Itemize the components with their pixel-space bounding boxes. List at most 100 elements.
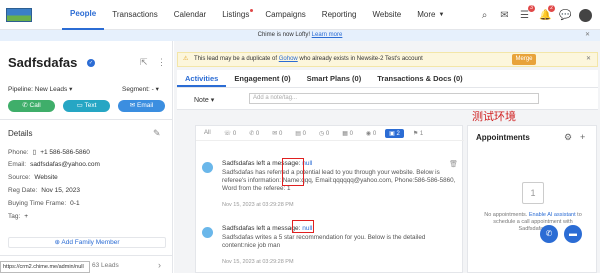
search-icon[interactable]: ⌕ <box>479 10 490 21</box>
nav-label: More <box>417 10 436 19</box>
tab-activities[interactable]: Activities <box>177 70 227 87</box>
detail-value[interactable]: +1 586-586-5860 <box>40 149 90 156</box>
activity-feed: All ☏ 0 ✆ 0 ✉ 0 ▤ 0 ◷ 0 ▦ 0 ◉ 0 ▣ 2 ⚑ 1 … <box>195 125 464 273</box>
detail-value[interactable]: sadfsdafas@yahoo.com <box>30 161 100 168</box>
add-family-label: Add Family Member <box>61 239 120 246</box>
nav-item-calendar[interactable]: Calendar <box>166 0 214 30</box>
tab-transactions-docs[interactable]: Transactions & Docs (0) <box>369 70 470 87</box>
filter-messages[interactable]: ▣ 2 <box>385 128 404 138</box>
nav-label: People <box>70 9 97 18</box>
share-icon[interactable]: ⇱ <box>140 57 150 67</box>
chevron-down-icon: ▼ <box>438 11 445 18</box>
nav-item-more[interactable]: More ▼ <box>409 0 452 30</box>
add-family-member-button[interactable]: ⊕ Add Family Member <box>8 237 166 248</box>
activity-filters: All ☏ 0 ✆ 0 ✉ 0 ▤ 0 ◷ 0 ▦ 0 ◉ 0 ▣ 2 ⚑ 1 <box>196 126 464 141</box>
filter-count: 0 <box>278 130 283 137</box>
trash-icon[interactable]: 🗑 <box>449 160 458 168</box>
divider <box>0 255 173 256</box>
filter-count: 0 <box>325 130 330 137</box>
filter-emails[interactable]: ✉ 0 <box>268 129 286 138</box>
detail-label: Phone: <box>8 149 29 156</box>
chat-icon[interactable]: 💬 <box>559 10 571 21</box>
nav-label: Reporting <box>321 10 357 19</box>
phone-fab-button[interactable]: ✆ <box>540 225 558 243</box>
app-logo[interactable] <box>6 7 32 22</box>
more-icon[interactable]: ⋮ <box>157 57 167 67</box>
filter-count: 0 <box>349 130 353 137</box>
close-icon[interactable]: ✕ <box>585 30 590 41</box>
inbox-icon[interactable]: ✉ <box>499 10 510 21</box>
close-icon[interactable]: ✕ <box>586 53 591 66</box>
alerts-badge: 3 <box>528 4 535 12</box>
detail-buying-timeframe: Buying Time Frame: 0-1 <box>8 200 80 207</box>
edit-icon[interactable]: ✎ <box>153 128 163 138</box>
nav-item-transactions[interactable]: Transactions <box>104 0 166 30</box>
phone-icon: ✆ <box>22 102 30 109</box>
nav-item-reporting[interactable]: Reporting <box>314 0 365 30</box>
tab-smart-plans[interactable]: Smart Plans (0) <box>299 70 370 87</box>
tab-engagement[interactable]: Engagement (0) <box>226 70 298 87</box>
detail-reg-date: Reg Date: Nov 15, 2023 <box>8 187 80 194</box>
call-button[interactable]: ✆ Call <box>8 100 55 112</box>
filter-count: 0 <box>372 130 377 137</box>
pipeline-selector[interactable]: Pipeline: New Leads ▾ <box>8 85 72 93</box>
divider <box>0 119 173 120</box>
pipeline-value: New Leads <box>34 86 68 93</box>
nav-item-listings[interactable]: Listings <box>214 0 257 30</box>
message-body: Sadfsdafas has referred a potential lead… <box>222 169 456 192</box>
filter-texts[interactable]: ✆ 0 <box>245 129 263 138</box>
filter-visits[interactable]: ◉ 0 <box>362 129 380 138</box>
notifications-icon[interactable]: 🔔 2 <box>539 4 555 21</box>
calendar-icon: 1 <box>522 182 544 204</box>
learn-more-link[interactable]: Learn more <box>312 32 343 38</box>
add-icon[interactable]: + <box>580 132 585 142</box>
text-button[interactable]: ▭ Text <box>63 100 110 112</box>
filter-notes[interactable]: ▤ 0 <box>291 129 310 138</box>
filter-other[interactable]: ⚑ 1 <box>409 129 427 138</box>
avatar[interactable] <box>579 8 592 22</box>
chevron-right-icon[interactable]: › <box>158 260 168 270</box>
nav-label: Listings <box>222 10 250 19</box>
top-icons: ⌕ ✉ ☰ 3 🔔 2 💬 <box>479 0 592 30</box>
info-bar: Chime is now Lofty! Learn more ✕ <box>0 30 600 41</box>
main-panel: ⚠ This lead may be a duplicate of Gohow … <box>174 41 600 273</box>
filter-appointments[interactable]: ▦ 0 <box>338 129 357 138</box>
note-input[interactable]: Add a note/tag... <box>249 93 539 104</box>
activity-item: Sadfsdafas left a message: null Sadfsdaf… <box>202 220 460 270</box>
detail-label: Reg Date: <box>8 187 38 194</box>
nav-label: Website <box>372 10 402 19</box>
pipeline-label: Pipeline: <box>8 86 33 93</box>
filter-count: 1 <box>419 130 424 137</box>
note-type-select[interactable]: Note ▾ <box>194 96 214 104</box>
segment-selector[interactable]: Segment: - ▾ <box>122 85 159 93</box>
chevron-down-icon: ▾ <box>69 86 73 93</box>
merge-button[interactable]: Merge <box>512 54 536 65</box>
nav-label: Calendar <box>173 10 207 19</box>
nav-label: Campaigns <box>265 10 306 19</box>
gear-icon[interactable]: ⚙ <box>564 132 572 143</box>
detail-label: Buying Time Frame: <box>8 200 67 207</box>
appointments-title: Appointments <box>476 133 530 142</box>
nav-item-people[interactable]: People <box>62 0 105 30</box>
message-body: Sadfsdafas writes a 5 star recommendatio… <box>222 234 426 249</box>
alerts-icon[interactable]: ☰ 3 <box>519 4 535 21</box>
lead-name: Sadfsdafas <box>8 55 78 70</box>
duplicate-lead-link[interactable]: Gohow <box>279 56 298 62</box>
email-button[interactable]: ✉ Email <box>118 100 165 112</box>
add-tag-button[interactable]: + <box>24 213 28 220</box>
new-dot <box>250 8 254 12</box>
filter-calls[interactable]: ☏ 0 <box>220 129 241 138</box>
nav-item-website[interactable]: Website <box>364 0 409 30</box>
message-header-text: Sadfsdafas left a message: <box>222 225 301 232</box>
filter-tasks[interactable]: ◷ 0 <box>315 129 333 138</box>
filter-count: 0 <box>232 130 237 137</box>
message-icon <box>202 227 213 238</box>
email-label: Email <box>137 102 154 109</box>
chat-fab-button[interactable]: ▬ <box>564 225 582 243</box>
filter-all[interactable]: All <box>200 129 215 137</box>
info-text: Chime is now Lofty! <box>257 32 310 38</box>
notifications-badge: 2 <box>548 4 555 12</box>
highlight-box <box>292 220 314 233</box>
nav-item-campaigns[interactable]: Campaigns <box>257 0 313 30</box>
enable-ai-assistant-link[interactable]: Enable AI assistant <box>529 212 576 218</box>
